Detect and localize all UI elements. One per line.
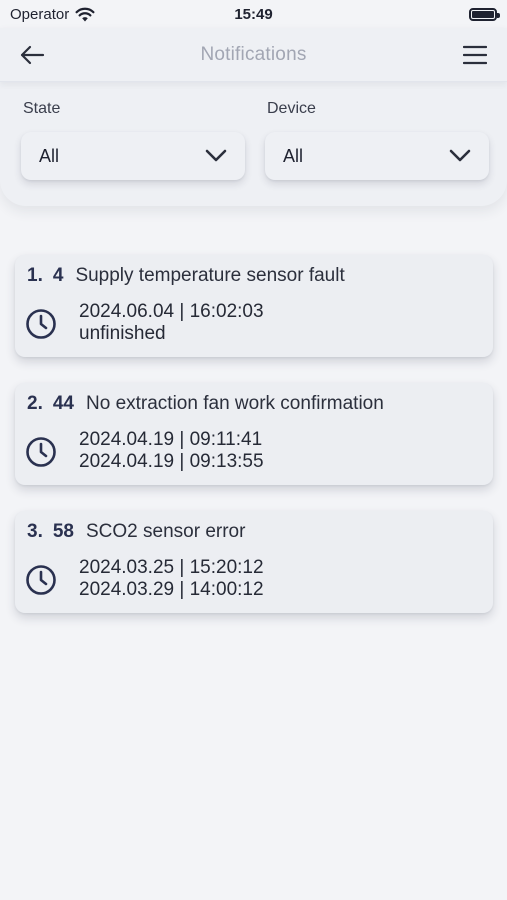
- device-filter-label: Device: [267, 100, 316, 117]
- notification-times: 2024.04.19 | 09:11:41 2024.04.19 | 09:13…: [79, 429, 264, 473]
- notification-times: 2024.03.25 | 15:20:12 2024.03.29 | 14:00…: [79, 557, 264, 601]
- menu-button[interactable]: [459, 40, 491, 70]
- page-title: Notifications: [200, 43, 307, 65]
- notification-title-row: 2. 44 No extraction fan work confirmatio…: [27, 393, 481, 415]
- notification-index: 1.: [27, 265, 43, 286]
- notification-description: No extraction fan work confirmation: [86, 393, 384, 414]
- notification-code: 44: [52, 393, 74, 414]
- status-bar: Operator 15:49: [0, 0, 507, 28]
- clock-icon: [26, 309, 56, 339]
- notification-start-time: 2024.04.19 | 09:11:41: [79, 429, 263, 450]
- notification-code: 4: [52, 265, 64, 286]
- notification-card[interactable]: 3. 58 SCO2 sensor error 2024.03.25 | 15:…: [15, 511, 493, 613]
- notification-title-row: 1. 4 Supply temperature sensor fault: [27, 265, 481, 287]
- chevron-down-icon: [449, 149, 471, 162]
- device-select-value: All: [283, 145, 304, 166]
- hamburger-menu-icon: [463, 45, 487, 65]
- arrow-left-icon: [20, 45, 45, 65]
- carrier-label: Operator: [10, 5, 70, 23]
- notification-times: 2024.06.04 | 16:02:03 unfinished: [79, 301, 264, 345]
- notification-end-time: 2024.04.19 | 09:13:55: [79, 451, 264, 472]
- device-select[interactable]: All: [265, 132, 489, 180]
- state-filter-label: State: [23, 100, 61, 117]
- status-left: Operator: [10, 6, 95, 23]
- state-select[interactable]: All: [21, 132, 245, 180]
- top-app-bar: Notifications: [0, 28, 507, 82]
- clock-icon: [26, 565, 56, 595]
- clock-icon: [26, 437, 56, 467]
- notification-end-time: unfinished: [79, 323, 166, 344]
- notification-start-time: 2024.03.25 | 15:20:12: [79, 557, 264, 578]
- notification-start-time: 2024.06.04 | 16:02:03: [79, 301, 264, 322]
- notification-description: SCO2 sensor error: [86, 521, 246, 542]
- notification-card[interactable]: 2. 44 No extraction fan work confirmatio…: [15, 383, 493, 485]
- back-button[interactable]: [16, 40, 48, 70]
- notification-title-row: 3. 58 SCO2 sensor error: [27, 521, 481, 543]
- state-select-value: All: [39, 145, 60, 166]
- notification-description: Supply temperature sensor fault: [75, 265, 345, 286]
- header-panel: Notifications State Device All All: [0, 28, 507, 206]
- notifications-screen: Operator 15:49 Notifications State Devic…: [0, 0, 507, 900]
- notification-end-time: 2024.03.29 | 14:00:12: [79, 579, 264, 600]
- notification-code: 58: [52, 521, 74, 542]
- notification-index: 2.: [27, 393, 43, 414]
- notification-index: 3.: [27, 521, 43, 542]
- battery-icon: [469, 7, 500, 21]
- wifi-icon: [75, 7, 95, 21]
- chevron-down-icon: [205, 149, 227, 162]
- notification-card[interactable]: 1. 4 Supply temperature sensor fault 202…: [15, 255, 493, 357]
